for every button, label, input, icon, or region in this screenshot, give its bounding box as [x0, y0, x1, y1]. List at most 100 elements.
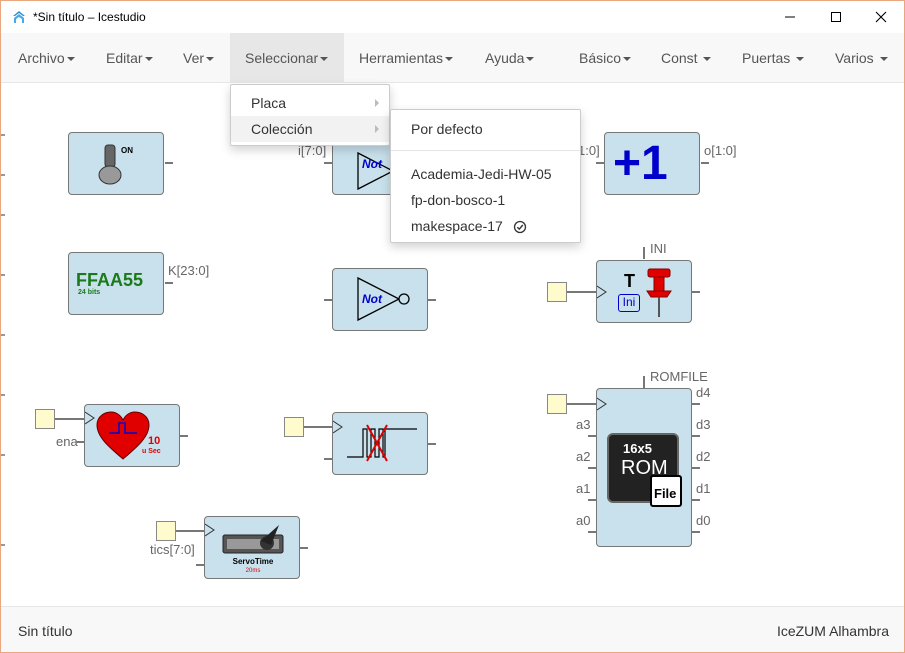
servo-subtitle: 20ms — [245, 568, 261, 574]
input-pin — [176, 530, 204, 532]
servo-time-block[interactable]: ServoTime 20ms — [204, 516, 300, 579]
collection-item-default[interactable]: Por defecto — [391, 116, 580, 142]
output-pin — [692, 403, 700, 405]
edge-mark — [1, 544, 5, 546]
menu-divider — [391, 150, 580, 151]
menu-item-label: Por defecto — [411, 121, 483, 137]
output-pin — [692, 499, 700, 501]
clock-triangle-icon — [333, 420, 343, 434]
heartbeat-value: 10 — [148, 435, 161, 447]
menu-ver[interactable]: Ver — [183, 33, 215, 83]
menu-ayuda[interactable]: Ayuda — [485, 33, 535, 83]
input-port-box[interactable] — [284, 417, 304, 437]
caret-down-icon — [206, 57, 215, 62]
edge-mark — [1, 174, 5, 176]
status-board[interactable]: IceZUM Alhambra — [777, 623, 889, 639]
window-title: *Sin título – Icestudio — [33, 10, 146, 24]
output-pin — [428, 299, 436, 301]
maximize-button[interactable] — [813, 1, 859, 33]
output-pin — [165, 162, 173, 164]
menu-item-placa[interactable]: Placa — [231, 90, 389, 116]
rom-input-label: a2 — [576, 449, 591, 464]
rom-input-label: a3 — [576, 417, 591, 432]
input-pin — [588, 531, 596, 533]
collection-item[interactable]: fp-don-bosco-1 — [391, 187, 580, 213]
edge-mark — [1, 274, 5, 276]
output-pin — [300, 547, 308, 549]
port-label: K[23:0] — [168, 263, 210, 278]
switch-block[interactable]: ON — [68, 132, 164, 195]
constant-block[interactable]: FFAA55 24 bits — [68, 252, 164, 315]
input-pin — [76, 441, 84, 443]
menu-const[interactable]: Const — [661, 33, 712, 83]
edge-mark — [1, 214, 5, 216]
menu-archivo[interactable]: Archivo — [18, 33, 75, 83]
menu-herramientas[interactable]: Herramientas — [359, 33, 454, 83]
output-pin — [701, 162, 709, 164]
menu-varios[interactable]: Varios — [835, 33, 888, 83]
input-pin — [567, 291, 596, 293]
input-pin — [196, 564, 204, 566]
input-port-box[interactable] — [547, 394, 567, 414]
input-port-box[interactable] — [35, 409, 55, 429]
menu-label: Puertas — [742, 50, 791, 66]
output-pin — [428, 443, 436, 445]
menu-seleccionar[interactable]: Seleccionar — [230, 33, 344, 83]
edge-mark — [1, 134, 5, 136]
caret-down-icon — [623, 57, 632, 62]
check-circle-icon — [513, 221, 526, 234]
pushpin-icon — [646, 268, 672, 317]
caret-down-icon — [879, 57, 888, 62]
port-label: ena — [56, 434, 78, 449]
param-label: ROMFILE — [650, 369, 708, 384]
input-port-box[interactable] — [156, 521, 176, 541]
submenu-arrow-icon — [375, 125, 379, 133]
rom-input-label: a0 — [576, 513, 591, 528]
menu-editar[interactable]: Editar — [106, 33, 153, 83]
caret-down-icon — [144, 57, 153, 62]
increment-block[interactable]: +1 — [604, 132, 700, 195]
not-gate-block[interactable]: Not — [332, 268, 428, 331]
menu-puertas[interactable]: Puertas — [742, 33, 805, 83]
input-pin — [324, 458, 332, 460]
input-port-box[interactable] — [547, 282, 567, 302]
clock-triangle-icon — [597, 285, 607, 299]
clock-triangle-icon — [205, 523, 215, 537]
collection-item-selected[interactable]: makespace-17 — [391, 213, 580, 239]
menu-item-label: makespace-17 — [411, 218, 503, 234]
status-filename: Sin título — [18, 623, 73, 639]
heartbeat-unit: u Sec — [142, 448, 161, 455]
debouncer-block[interactable] — [332, 412, 428, 475]
rom-chip-size: 16x5 — [623, 441, 652, 456]
menu-bar: Archivo Editar Ver Seleccionar Herramien… — [1, 33, 904, 83]
menu-item-label: Placa — [251, 95, 287, 111]
input-pin — [588, 499, 596, 501]
menu-item-label: Academia-Jedi-HW-05 — [411, 166, 552, 182]
servo-motor-icon — [222, 525, 284, 554]
port-label: 1:0] — [578, 143, 600, 158]
menu-item-label: Colección — [251, 121, 313, 137]
title-bar: *Sin título – Icestudio — [1, 1, 904, 33]
maximize-icon — [831, 12, 841, 22]
menu-label: Básico — [579, 50, 622, 66]
clock-triangle-icon — [85, 411, 95, 425]
port-label: o[1:0] — [704, 143, 737, 158]
menu-basico[interactable]: Básico — [579, 33, 632, 83]
close-button[interactable] — [858, 1, 904, 33]
edge-mark — [1, 454, 5, 456]
collection-item[interactable]: Academia-Jedi-HW-05 — [391, 161, 580, 187]
clock-triangle-icon — [597, 397, 607, 411]
menu-label: Seleccionar — [245, 50, 319, 66]
menu-label: Herramientas — [359, 50, 444, 66]
output-pin — [692, 531, 700, 533]
register-init-block[interactable]: T Ini — [596, 260, 692, 323]
minimize-button[interactable] — [767, 1, 813, 33]
menu-item-label: fp-don-bosco-1 — [411, 192, 506, 208]
menu-item-coleccion[interactable]: Colección — [231, 116, 389, 142]
rom-file-label: File — [654, 486, 677, 501]
rom-block[interactable]: 16x5 ROM File — [596, 388, 692, 547]
heartbeat-block[interactable]: 10 u Sec — [84, 404, 180, 467]
rom-output-label: d2 — [696, 449, 711, 464]
status-bar: Sin título IceZUM Alhambra — [1, 606, 904, 652]
input-pin — [324, 162, 332, 164]
